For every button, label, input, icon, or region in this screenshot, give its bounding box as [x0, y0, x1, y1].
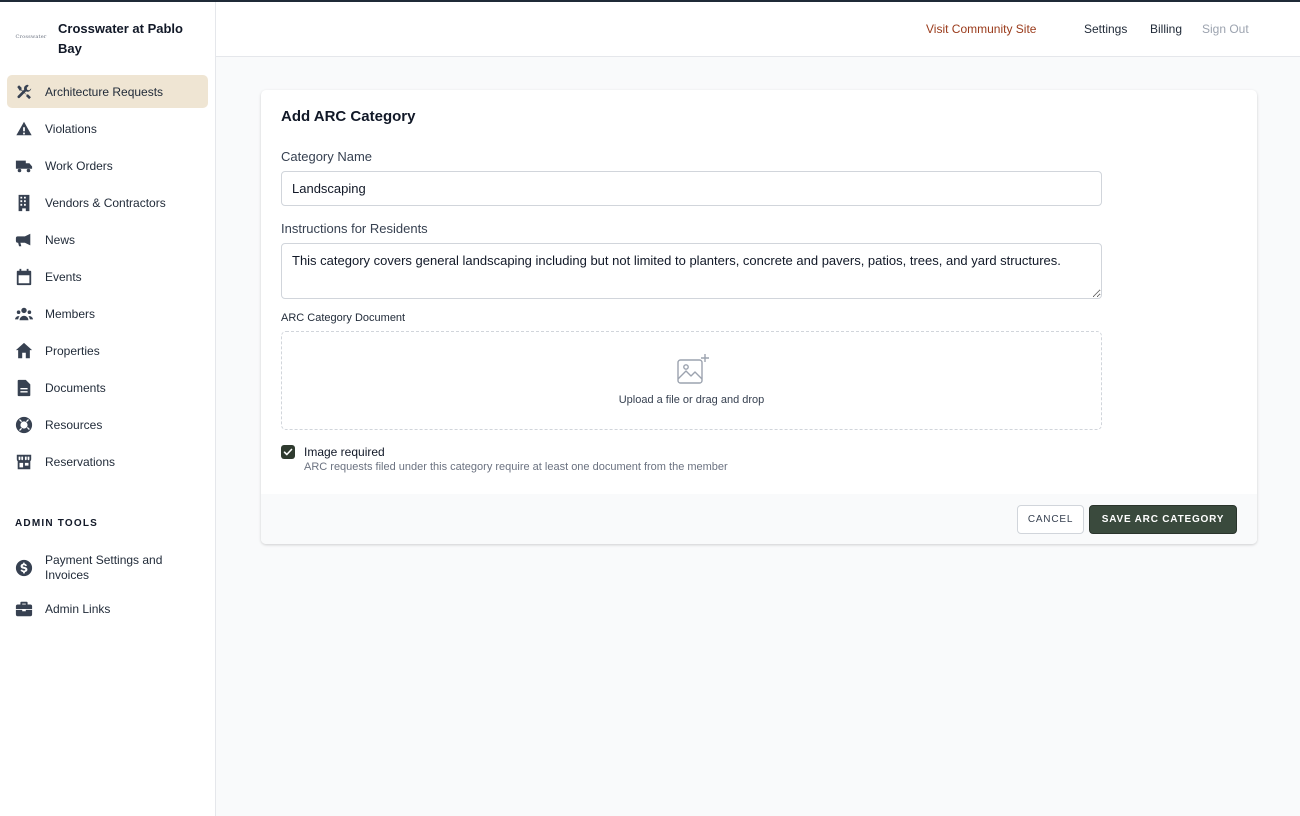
truck-icon — [15, 157, 33, 175]
category-name-label: Category Name — [281, 149, 373, 164]
sidebar-item-label: News — [45, 232, 76, 247]
sidebar-item-label: Violations — [45, 121, 97, 136]
sidebar-item-label: Architecture Requests — [45, 84, 164, 99]
store-icon — [15, 453, 33, 471]
users-icon — [15, 305, 33, 323]
top-bar: Visit Community Site Settings Billing Si… — [216, 2, 1300, 57]
brand-logo-text: Crosswater — [15, 34, 47, 40]
upload-instructions: Upload a file or drag and drop — [618, 394, 765, 406]
brand-name: Crosswater at Pablo Bay — [58, 21, 183, 56]
building-icon — [15, 194, 33, 212]
tools-icon — [15, 83, 33, 101]
cancel-button[interactable]: CANCEL — [1017, 505, 1084, 534]
file-upload-dropzone[interactable]: Upload a file or drag and drop — [281, 331, 1102, 430]
sidebar-item-label: Documents — [45, 380, 106, 395]
sidebar-item-label: Properties — [45, 343, 100, 358]
sidebar-item-label: Events — [45, 269, 82, 284]
sidebar-item-resources[interactable]: Resources — [7, 408, 208, 441]
document-icon — [15, 379, 33, 397]
admin-tools-heading: ADMIN TOOLS — [15, 518, 99, 529]
megaphone-icon — [15, 231, 33, 249]
sidebar-item-work-orders[interactable]: Work Orders — [7, 149, 208, 182]
sidebar-item-events[interactable]: Events — [7, 260, 208, 293]
settings-link[interactable]: Settings — [1084, 22, 1127, 36]
sidebar-item-properties[interactable]: Properties — [7, 334, 208, 367]
sidebar-item-reservations[interactable]: Reservations — [7, 445, 208, 478]
sidebar-item-payment-settings[interactable]: Payment Settings and Invoices — [7, 549, 208, 587]
sidebar-item-label: Resources — [45, 417, 103, 432]
sidebar-item-admin-links[interactable]: Admin Links — [7, 595, 208, 623]
brand[interactable]: Crosswater Crosswater at Pablo Bay — [0, 2, 215, 75]
save-arc-category-button[interactable]: SAVE ARC CATEGORY — [1089, 505, 1237, 534]
instructions-label: Instructions for Residents — [281, 221, 428, 236]
category-name-input[interactable] — [281, 171, 1102, 206]
checkmark-icon — [283, 448, 293, 456]
image-required-help: ARC requests filed under this category r… — [304, 461, 728, 473]
sidebar-item-violations[interactable]: Violations — [7, 112, 208, 145]
sidebar-item-news[interactable]: News — [7, 223, 208, 256]
form-footer: CANCEL SAVE ARC CATEGORY — [261, 494, 1257, 544]
sidebar-item-architecture-requests[interactable]: Architecture Requests — [7, 75, 208, 108]
sidebar-item-label: Reservations — [45, 454, 116, 469]
add-arc-category-card: Add ARC Category Category Name Instructi… — [261, 90, 1257, 544]
page-title: Add ARC Category — [281, 108, 416, 125]
billing-link[interactable]: Billing — [1150, 22, 1182, 36]
sign-out-link[interactable]: Sign Out — [1202, 22, 1249, 36]
image-add-icon — [677, 354, 709, 384]
dollar-icon — [15, 559, 33, 577]
instructions-textarea[interactable]: This category covers general landscaping… — [281, 243, 1102, 299]
sidebar-item-members[interactable]: Members — [7, 297, 208, 330]
image-required-checkbox[interactable] — [281, 445, 295, 459]
lifebuoy-icon — [15, 416, 33, 434]
home-icon — [15, 342, 33, 360]
sidebar-item-vendors-contractors[interactable]: Vendors & Contractors — [7, 186, 208, 219]
warning-icon — [15, 120, 33, 138]
brand-logo: Crosswater — [15, 27, 47, 47]
sidebar-item-label: Vendors & Contractors — [45, 195, 166, 210]
sidebar-item-label: Members — [45, 306, 96, 321]
arc-category-document-label: ARC Category Document — [281, 312, 406, 324]
sidebar-item-label: Payment Settings and Invoices — [45, 553, 163, 582]
briefcase-icon — [15, 600, 33, 618]
admin-tools-list: Payment Settings and Invoices Admin Link… — [0, 549, 215, 623]
visit-community-site-link[interactable]: Visit Community Site — [926, 22, 1036, 36]
calendar-icon — [15, 268, 33, 286]
image-required-label: Image required — [304, 445, 385, 459]
sidebar-nav: Architecture Requests Violations Work Or… — [0, 75, 215, 478]
sidebar-item-label: Admin Links — [45, 601, 111, 616]
sidebar: Crosswater Crosswater at Pablo Bay Archi… — [0, 2, 216, 816]
sidebar-item-label: Work Orders — [45, 158, 113, 173]
sidebar-item-documents[interactable]: Documents — [7, 371, 208, 404]
